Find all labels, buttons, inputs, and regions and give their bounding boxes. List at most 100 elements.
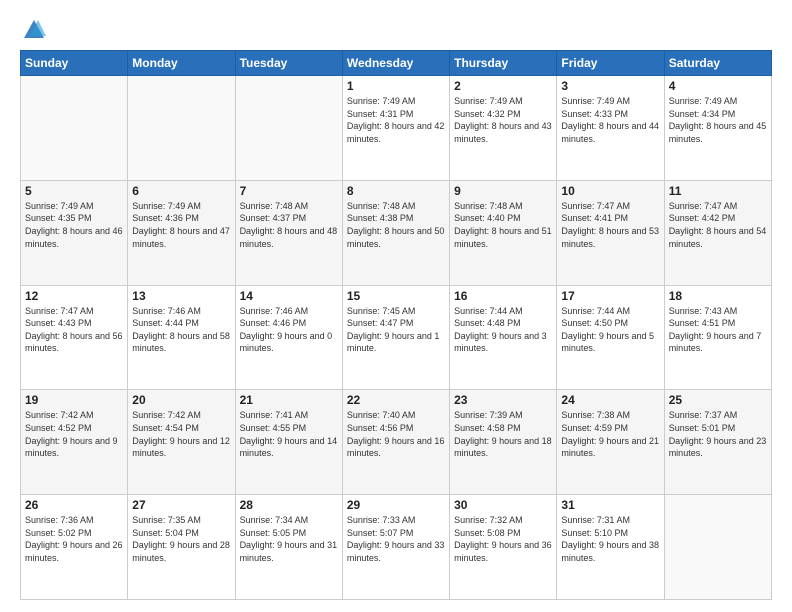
day-number: 2 xyxy=(454,79,552,93)
day-info: Sunrise: 7:32 AM Sunset: 5:08 PM Dayligh… xyxy=(454,514,552,564)
day-info: Sunrise: 7:42 AM Sunset: 4:54 PM Dayligh… xyxy=(132,409,230,459)
calendar-cell: 1 Sunrise: 7:49 AM Sunset: 4:31 PM Daylig… xyxy=(342,76,449,181)
calendar-cell: 31Sunrise: 7:31 AM Sunset: 5:10 PM Dayli… xyxy=(557,495,664,600)
calendar-cell: 30 Sunrise: 7:32 AM Sunset: 5:08 PM Dayli… xyxy=(450,495,557,600)
calendar-cell: 24 Sunrise: 7:38 AM Sunset: 4:59 PM Dayli… xyxy=(557,390,664,495)
weekday-header-thursday: Thursday xyxy=(450,51,557,76)
calendar-cell: 5 Sunrise: 7:49 AM Sunset: 4:35 PM Daylig… xyxy=(21,180,128,285)
calendar-cell: 9 Sunrise: 7:48 AM Sunset: 4:40 PM Daylig… xyxy=(450,180,557,285)
day-number: 4 xyxy=(669,79,767,93)
day-number: 25 xyxy=(669,393,767,407)
day-info: Sunrise: 7:48 AM Sunset: 4:40 PM Dayligh… xyxy=(454,200,552,250)
day-number: 15 xyxy=(347,289,445,303)
day-number: 13 xyxy=(132,289,230,303)
calendar-cell: 26 Sunrise: 7:36 AM Sunset: 5:02 PM Dayli… xyxy=(21,495,128,600)
day-number: 16 xyxy=(454,289,552,303)
day-number: 19 xyxy=(25,393,123,407)
day-info: Sunrise: 7:47 AM Sunset: 4:43 PM Dayligh… xyxy=(25,305,123,355)
weekday-header-sunday: Sunday xyxy=(21,51,128,76)
weekday-header-saturday: Saturday xyxy=(664,51,771,76)
weekday-header-row: SundayMondayTuesdayWednesdayThursdayFrid… xyxy=(21,51,772,76)
day-info: Sunrise: 7:47 AM Sunset: 4:41 PM Dayligh… xyxy=(561,200,659,250)
day-info: Sunrise: 7:35 AM Sunset: 5:04 PM Dayligh… xyxy=(132,514,230,564)
calendar-week-4: 19 Sunrise: 7:42 AM Sunset: 4:52 PM Dayli… xyxy=(21,390,772,495)
calendar-cell: 4 Sunrise: 7:49 AM Sunset: 4:34 PM Daylig… xyxy=(664,76,771,181)
calendar-cell: 3Sunrise: 7:49 AM Sunset: 4:33 PM Daylig… xyxy=(557,76,664,181)
day-number: 7 xyxy=(240,184,338,198)
calendar-cell: 19 Sunrise: 7:42 AM Sunset: 4:52 PM Dayli… xyxy=(21,390,128,495)
day-number: 10 xyxy=(561,184,659,198)
day-info: Sunrise: 7:43 AM Sunset: 4:51 PM Dayligh… xyxy=(669,305,767,355)
calendar-cell: 29 Sunrise: 7:33 AM Sunset: 5:07 PM Dayli… xyxy=(342,495,449,600)
day-info: Sunrise: 7:46 AM Sunset: 4:44 PM Dayligh… xyxy=(132,305,230,355)
day-number: 29 xyxy=(347,498,445,512)
day-info: Sunrise: 7:49 AM Sunset: 4:31 PM Dayligh… xyxy=(347,95,445,145)
weekday-header-friday: Friday xyxy=(557,51,664,76)
day-info: Sunrise: 7:31 AM Sunset: 5:10 PM Dayligh… xyxy=(561,514,659,564)
day-info: Sunrise: 7:41 AM Sunset: 4:55 PM Dayligh… xyxy=(240,409,338,459)
logo-icon xyxy=(20,16,48,44)
day-number: 14 xyxy=(240,289,338,303)
day-number: 8 xyxy=(347,184,445,198)
calendar-week-2: 5 Sunrise: 7:49 AM Sunset: 4:35 PM Daylig… xyxy=(21,180,772,285)
calendar-cell: 22Sunrise: 7:40 AM Sunset: 4:56 PM Dayli… xyxy=(342,390,449,495)
day-info: Sunrise: 7:37 AM Sunset: 5:01 PM Dayligh… xyxy=(669,409,767,459)
calendar-cell: 28Sunrise: 7:34 AM Sunset: 5:05 PM Dayli… xyxy=(235,495,342,600)
calendar-cell: 8 Sunrise: 7:48 AM Sunset: 4:38 PM Daylig… xyxy=(342,180,449,285)
calendar-cell: 15 Sunrise: 7:45 AM Sunset: 4:47 PM Dayli… xyxy=(342,285,449,390)
day-number: 17 xyxy=(561,289,659,303)
calendar-cell: 11 Sunrise: 7:47 AM Sunset: 4:42 PM Dayli… xyxy=(664,180,771,285)
day-number: 18 xyxy=(669,289,767,303)
day-info: Sunrise: 7:36 AM Sunset: 5:02 PM Dayligh… xyxy=(25,514,123,564)
day-info: Sunrise: 7:39 AM Sunset: 4:58 PM Dayligh… xyxy=(454,409,552,459)
calendar-cell xyxy=(235,76,342,181)
day-info: Sunrise: 7:49 AM Sunset: 4:34 PM Dayligh… xyxy=(669,95,767,145)
calendar-cell: 14 Sunrise: 7:46 AM Sunset: 4:46 PM Dayli… xyxy=(235,285,342,390)
calendar-cell: 18 Sunrise: 7:43 AM Sunset: 4:51 PM Dayli… xyxy=(664,285,771,390)
day-info: Sunrise: 7:33 AM Sunset: 5:07 PM Dayligh… xyxy=(347,514,445,564)
day-info: Sunrise: 7:48 AM Sunset: 4:38 PM Dayligh… xyxy=(347,200,445,250)
day-number: 22 xyxy=(347,393,445,407)
day-info: Sunrise: 7:47 AM Sunset: 4:42 PM Dayligh… xyxy=(669,200,767,250)
day-number: 26 xyxy=(25,498,123,512)
calendar-cell: 23 Sunrise: 7:39 AM Sunset: 4:58 PM Dayli… xyxy=(450,390,557,495)
day-number: 5 xyxy=(25,184,123,198)
day-number: 11 xyxy=(669,184,767,198)
calendar-table: SundayMondayTuesdayWednesdayThursdayFrid… xyxy=(20,50,772,600)
calendar-cell: 17 Sunrise: 7:44 AM Sunset: 4:50 PM Dayli… xyxy=(557,285,664,390)
day-number: 28 xyxy=(240,498,338,512)
calendar-cell xyxy=(664,495,771,600)
calendar-cell: 20 Sunrise: 7:42 AM Sunset: 4:54 PM Dayli… xyxy=(128,390,235,495)
calendar-cell: 6Sunrise: 7:49 AM Sunset: 4:36 PM Daylig… xyxy=(128,180,235,285)
calendar-cell: 13 Sunrise: 7:46 AM Sunset: 4:44 PM Dayli… xyxy=(128,285,235,390)
day-number: 3 xyxy=(561,79,659,93)
calendar-cell: 27Sunrise: 7:35 AM Sunset: 5:04 PM Dayli… xyxy=(128,495,235,600)
calendar-cell: 12 Sunrise: 7:47 AM Sunset: 4:43 PM Dayli… xyxy=(21,285,128,390)
calendar-week-1: 1 Sunrise: 7:49 AM Sunset: 4:31 PM Daylig… xyxy=(21,76,772,181)
day-number: 1 xyxy=(347,79,445,93)
calendar-cell: 25 Sunrise: 7:37 AM Sunset: 5:01 PM Dayli… xyxy=(664,390,771,495)
day-info: Sunrise: 7:46 AM Sunset: 4:46 PM Dayligh… xyxy=(240,305,338,355)
day-info: Sunrise: 7:48 AM Sunset: 4:37 PM Dayligh… xyxy=(240,200,338,250)
day-number: 24 xyxy=(561,393,659,407)
day-info: Sunrise: 7:45 AM Sunset: 4:47 PM Dayligh… xyxy=(347,305,445,355)
weekday-header-monday: Monday xyxy=(128,51,235,76)
calendar-cell: 16 Sunrise: 7:44 AM Sunset: 4:48 PM Dayli… xyxy=(450,285,557,390)
day-info: Sunrise: 7:49 AM Sunset: 4:35 PM Dayligh… xyxy=(25,200,123,250)
day-number: 12 xyxy=(25,289,123,303)
day-number: 23 xyxy=(454,393,552,407)
day-info: Sunrise: 7:44 AM Sunset: 4:50 PM Dayligh… xyxy=(561,305,659,355)
day-number: 9 xyxy=(454,184,552,198)
day-info: Sunrise: 7:49 AM Sunset: 4:36 PM Dayligh… xyxy=(132,200,230,250)
calendar-week-3: 12 Sunrise: 7:47 AM Sunset: 4:43 PM Dayli… xyxy=(21,285,772,390)
day-info: Sunrise: 7:44 AM Sunset: 4:48 PM Dayligh… xyxy=(454,305,552,355)
calendar-cell: 21 Sunrise: 7:41 AM Sunset: 4:55 PM Dayli… xyxy=(235,390,342,495)
weekday-header-tuesday: Tuesday xyxy=(235,51,342,76)
day-number: 20 xyxy=(132,393,230,407)
day-info: Sunrise: 7:38 AM Sunset: 4:59 PM Dayligh… xyxy=(561,409,659,459)
day-info: Sunrise: 7:42 AM Sunset: 4:52 PM Dayligh… xyxy=(25,409,123,459)
calendar-cell: 2 Sunrise: 7:49 AM Sunset: 4:32 PM Daylig… xyxy=(450,76,557,181)
day-info: Sunrise: 7:49 AM Sunset: 4:32 PM Dayligh… xyxy=(454,95,552,145)
day-number: 30 xyxy=(454,498,552,512)
day-number: 21 xyxy=(240,393,338,407)
